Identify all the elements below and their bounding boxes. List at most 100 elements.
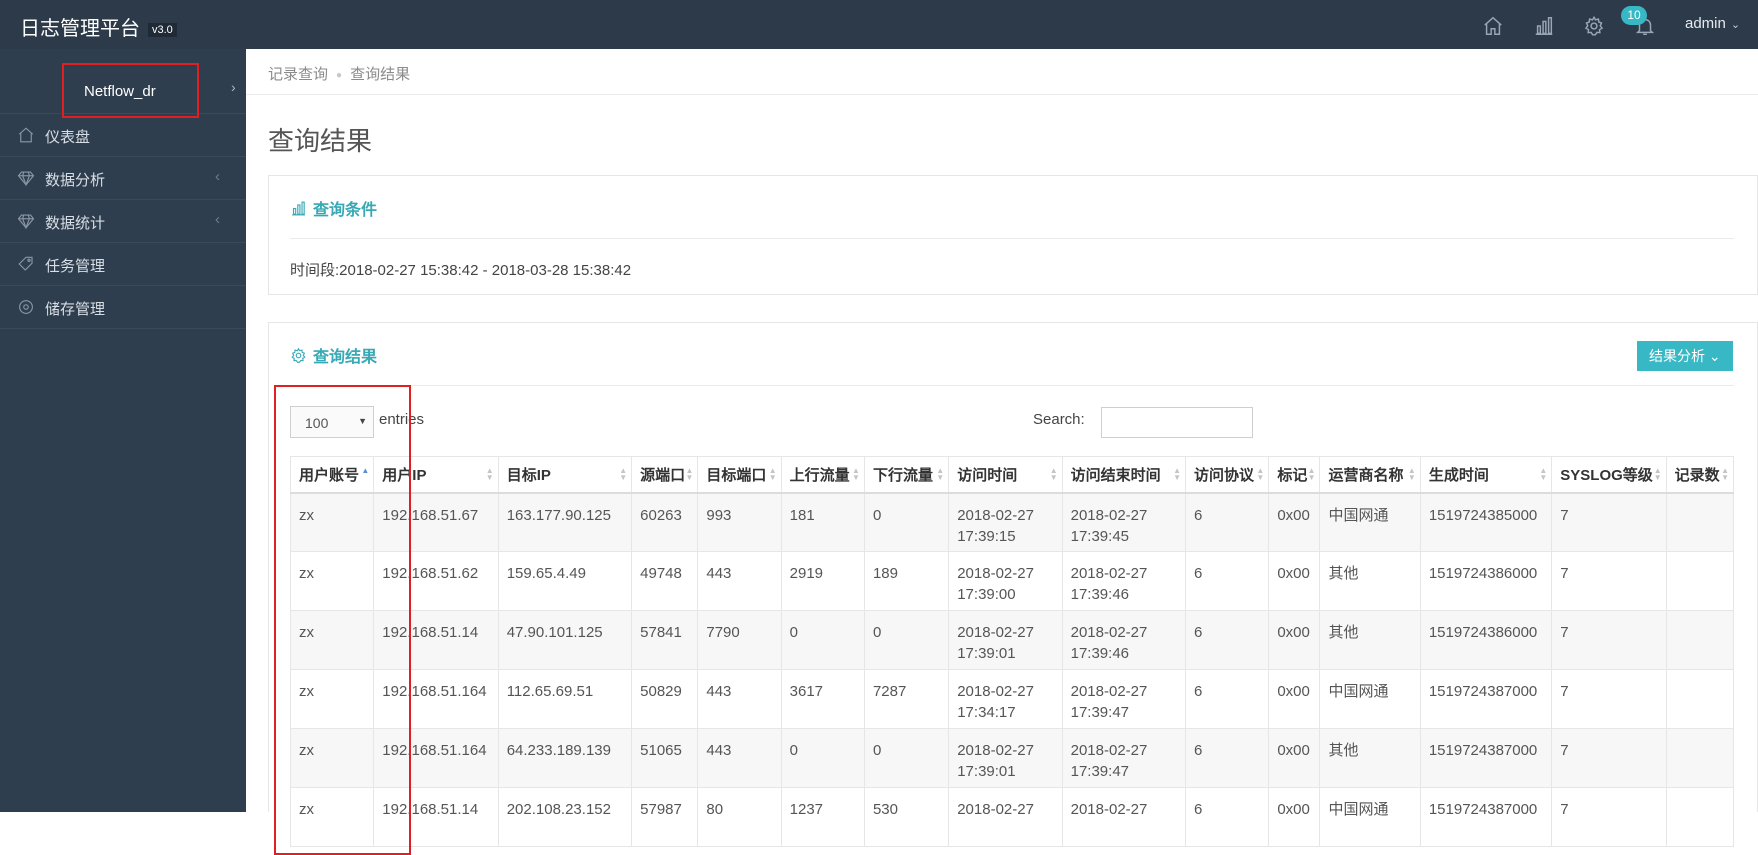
column-header[interactable]: 目标端口 ▲ ▼	[697, 456, 782, 494]
sort-icon: ▲ ▼	[1721, 466, 1729, 482]
user-menu[interactable]: admin ⌄	[1685, 15, 1740, 32]
column-header[interactable]: 访问协议 ▲ ▼	[1185, 456, 1270, 494]
sort-icon: ▲ ▼	[1539, 466, 1548, 482]
table-cell: 2018-02-27 17:39:00	[948, 551, 1063, 611]
tag-icon	[17, 255, 35, 273]
table-row[interactable]: zx 192.168.51.62 159.65.4.49 49748 443 2919 18…	[289, 551, 1735, 611]
search-input[interactable]	[1101, 407, 1253, 438]
breadcrumb-link[interactable]: 记录查询	[268, 66, 328, 83]
query-condition-panel: 查询条件 时间段:2018-02-27 15:38:42 - 2018-03-2…	[268, 175, 1758, 295]
table-cell	[1665, 728, 1735, 788]
column-header[interactable]: 生成时间 ▲ ▼	[1419, 456, 1553, 494]
home-icon[interactable]	[1482, 15, 1504, 37]
table-cell: 0x00	[1268, 728, 1321, 788]
chevron-down-icon: ⌄	[1730, 19, 1741, 31]
table-cell: 7287	[863, 669, 950, 729]
sort-icon: ▲ ▼	[852, 466, 860, 482]
table-row[interactable]: zx 192.168.51.14 47.90.101.125 57841 7790 0 0 2…	[289, 610, 1735, 670]
table-cell: 2018-02-27 17:39:01	[948, 728, 1063, 788]
column-header[interactable]: SYSLOG等级 ▲ ▼	[1551, 456, 1667, 494]
panel-title: 查询结果	[290, 343, 377, 367]
sidebar-item-data-analysis[interactable]: 数据分析 ‹	[0, 157, 246, 200]
column-header[interactable]: 目标IP ▲ ▼	[497, 456, 633, 494]
table-cell: 6	[1185, 551, 1270, 611]
table-body: zx 192.168.51.67 163.177.90.125 60263 993 181…	[289, 492, 1735, 847]
table-cell: 57987	[631, 787, 699, 847]
divider	[246, 94, 1758, 95]
table-row[interactable]: zx 192.168.51.14 202.108.23.152 57987 80 1237…	[289, 787, 1735, 847]
chevron-left-icon: ‹	[215, 168, 220, 185]
result-analysis-button[interactable]: 结果分析 ⌄	[1637, 341, 1733, 371]
table-cell: 2018-02-27 17:39:46	[1061, 610, 1187, 670]
sort-icon: ▲ ▼	[1173, 466, 1182, 482]
breadcrumb-current: 查询结果	[350, 66, 411, 83]
sidebar-item-label: 仪表盘	[45, 129, 91, 146]
table-cell	[1665, 610, 1735, 670]
bar-chart-icon[interactable]	[1533, 15, 1555, 37]
table-cell: 0x00	[1268, 551, 1321, 611]
table-cell: 6	[1185, 610, 1270, 670]
time-range-text: 时间段:2018-02-27 15:38:42 - 2018-03-28 15:…	[290, 262, 632, 279]
sidebar-item-storage-management[interactable]: 储存管理	[0, 286, 246, 329]
user-name: admin	[1685, 15, 1726, 32]
chevron-left-icon: ‹	[215, 211, 220, 228]
table-cell: 1519724387000	[1419, 669, 1553, 729]
sidebar: Netflow_dr › 仪表盘 数据分析 ‹ 数据统计 ‹ 任务管理 储存管理	[0, 49, 246, 812]
table-cell: 202.108.23.152	[497, 787, 633, 847]
sidebar-item-label: 任务管理	[45, 258, 106, 275]
table-cell: 1519724386000	[1419, 551, 1553, 611]
highlight-box	[62, 63, 199, 118]
table-cell: 1237	[780, 787, 865, 847]
table-cell: 50829	[631, 669, 699, 729]
table-cell	[1665, 787, 1735, 847]
column-header[interactable]: 上行流量 ▲ ▼	[780, 456, 865, 494]
column-header[interactable]: 记录数 ▲ ▼	[1665, 456, 1735, 494]
gear-icon	[291, 347, 306, 363]
table-cell: 443	[697, 551, 782, 611]
table-cell: 2018-02-27 17:39:45	[1061, 492, 1187, 552]
table-cell: 6	[1185, 787, 1270, 847]
breadcrumb-separator: ●	[336, 69, 343, 81]
divider	[290, 385, 1734, 386]
sidebar-item-task-management[interactable]: 任务管理	[0, 243, 246, 286]
query-result-panel: 查询结果 结果分析 ⌄ 100 ▼ entries Search: 用户账号 ▲ 用…	[268, 322, 1758, 847]
table-cell	[1665, 492, 1735, 552]
table-row[interactable]: zx 192.168.51.164 64.233.189.139 51065 443 0 0…	[289, 728, 1735, 788]
table-cell: 0x00	[1268, 669, 1321, 729]
table-cell: 443	[697, 728, 782, 788]
column-header[interactable]: 访问时间 ▲ ▼	[948, 456, 1063, 494]
table-cell: 181	[780, 492, 865, 552]
table-cell: 0	[863, 728, 950, 788]
table-cell: 2018-02-27 17:39:47	[1061, 669, 1187, 729]
table-cell: 2018-02-27 17:39:15	[948, 492, 1063, 552]
table-cell: 47.90.101.125	[497, 610, 633, 670]
result-table: 用户账号 ▲ 用户IP ▲ ▼ 目标IP ▲ ▼ 源端口 ▲ ▼ 目标端口 ▲ ▼ 上行流量 ▲ ▼ 下行流量 ▲ ▼…	[289, 456, 1735, 847]
sidebar-item-label: 数据统计	[45, 215, 106, 232]
sort-icon: ▲ ▼	[619, 466, 628, 482]
table-row[interactable]: zx 192.168.51.67 163.177.90.125 60263 993 181…	[289, 492, 1735, 552]
column-header[interactable]: 访问结束时间 ▲ ▼	[1061, 456, 1187, 494]
column-header[interactable]: 源端口 ▲ ▼	[631, 456, 699, 494]
sort-icon: ▲ ▼	[1049, 466, 1058, 482]
home-icon	[17, 126, 35, 144]
table-cell: 中国网通	[1319, 787, 1421, 847]
column-header[interactable]: 下行流量 ▲ ▼	[863, 456, 950, 494]
table-row[interactable]: zx 192.168.51.164 112.65.69.51 50829 443 3617…	[289, 669, 1735, 729]
version-badge: v3.0	[148, 22, 177, 37]
column-header[interactable]: 标记 ▲ ▼	[1268, 456, 1321, 494]
table-cell: 159.65.4.49	[497, 551, 633, 611]
table-cell: 2018-02-27 17:39:01	[948, 610, 1063, 670]
table-cell: 51065	[631, 728, 699, 788]
gear-icon	[17, 298, 35, 316]
table-cell: 2018-02-27	[948, 787, 1063, 847]
main-content: 记录查询 ● 查询结果 查询结果 查询条件 时间段:2018-02-27 15:38…	[246, 49, 1758, 847]
table-cell: 60263	[631, 492, 699, 552]
column-header[interactable]: 运营商名称 ▲ ▼	[1319, 456, 1421, 494]
sort-icon: ▲ ▼	[1256, 466, 1265, 482]
app-brand[interactable]: 日志管理平台 v3.0	[20, 12, 177, 41]
table-cell: 其他	[1319, 551, 1421, 611]
gear-icon[interactable]	[1583, 15, 1605, 37]
sidebar-item-data-statistics[interactable]: 数据统计 ‹	[0, 200, 246, 243]
table-cell: 7	[1551, 551, 1667, 611]
sidebar-item-dashboard[interactable]: 仪表盘	[0, 114, 246, 157]
